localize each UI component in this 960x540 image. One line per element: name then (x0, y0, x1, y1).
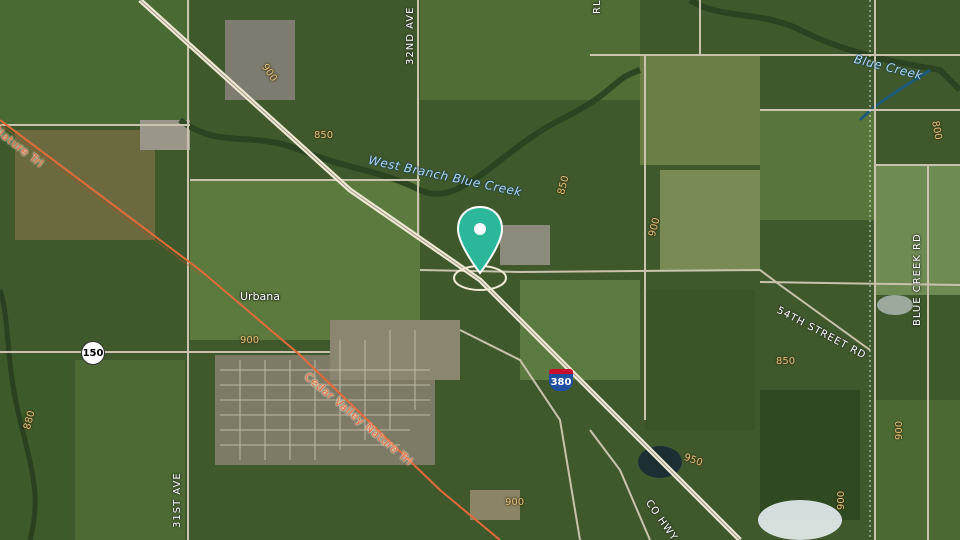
interstate-shield-number: 380 (549, 374, 573, 391)
elevation-label: 900 (836, 490, 847, 510)
elevation-label: 900 (505, 497, 525, 508)
elevation-label: 900 (240, 335, 260, 346)
map-canvas[interactable]: West Branch Blue Creek Blue Creek 32ND A… (0, 0, 960, 540)
elevation-label: 900 (894, 420, 905, 440)
place-label-urbana: Urbana (240, 290, 281, 303)
elevation-label: 850 (776, 356, 796, 367)
road-label-blue-creek-rd: BLUE CREEK RD (912, 233, 923, 326)
interstate-380-shield: 380 (549, 369, 573, 391)
road-label-rl: RL (592, 0, 603, 14)
elevation-label: 850 (314, 130, 334, 141)
road-label-31st-ave: 31ST AVE (172, 472, 183, 528)
road-label-32nd-ave: 32ND AVE (405, 6, 416, 65)
location-pin-icon[interactable] (456, 205, 504, 277)
us-route-150-shield: 150 (81, 341, 105, 365)
